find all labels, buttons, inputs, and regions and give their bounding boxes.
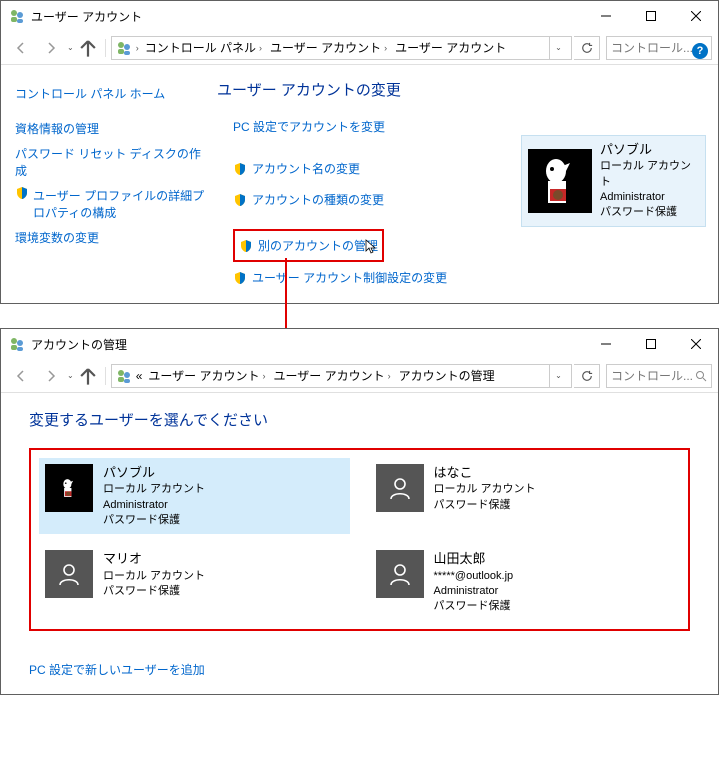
- account-role: Administrator: [600, 190, 699, 205]
- avatar: [376, 550, 424, 598]
- shield-icon: [233, 271, 247, 285]
- account-detail: Administrator: [103, 498, 205, 513]
- account-name: マリオ: [103, 550, 205, 568]
- breadcrumb[interactable]: ユーザー アカウント›: [146, 367, 267, 384]
- recent-dropdown[interactable]: ⌄: [67, 43, 74, 52]
- manage-accounts-window: アカウントの管理 ⌄ « ユーザー アカウント› ユーザー アカウント› アカウ…: [0, 328, 719, 695]
- uac-settings-link[interactable]: ユーザー アカウント制御設定の変更: [252, 265, 447, 290]
- account-tile[interactable]: 山田太郎*****@outlook.jpAdministratorパスワード保護: [370, 544, 681, 620]
- refresh-button[interactable]: [574, 364, 600, 388]
- close-button[interactable]: [673, 1, 718, 31]
- breadcrumb[interactable]: ユーザー アカウント›: [268, 39, 389, 56]
- avatar: [45, 464, 93, 512]
- user-accounts-icon: [116, 368, 132, 384]
- titlebar: アカウントの管理: [1, 329, 718, 359]
- user-accounts-icon: [9, 336, 25, 352]
- address-dropdown[interactable]: ⌄: [549, 365, 567, 387]
- user-accounts-window: ユーザー アカウント ⌄ › コントロール パネル› ユーザー アカウント› ユ…: [0, 0, 719, 304]
- page-title: ユーザー アカウントの変更: [217, 79, 704, 100]
- account-pw: パスワード保護: [600, 205, 699, 220]
- maximize-button[interactable]: [628, 329, 673, 359]
- window-title: ユーザー アカウント: [31, 8, 583, 25]
- back-button[interactable]: [7, 364, 35, 388]
- account-detail: ローカル アカウント: [434, 482, 536, 497]
- close-button[interactable]: [673, 329, 718, 359]
- search-icon: [695, 370, 707, 382]
- account-name: パソブル: [103, 464, 205, 482]
- account-detail: パスワード保護: [434, 599, 514, 614]
- account-detail: *****@outlook.jp: [434, 569, 514, 584]
- navbar: ⌄ « ユーザー アカウント› ユーザー アカウント› アカウントの管理 ⌄ コ…: [1, 359, 718, 393]
- account-tile[interactable]: はなこローカル アカウントパスワード保護: [370, 458, 681, 534]
- address-dropdown[interactable]: ⌄: [549, 37, 567, 59]
- current-account-card: パソブル ローカル アカウント Administrator パスワード保護: [521, 135, 706, 227]
- account-name: 山田太郎: [434, 550, 514, 568]
- change-type-link[interactable]: アカウントの種類の変更: [252, 187, 384, 212]
- breadcrumb[interactable]: ユーザー アカウント›: [272, 367, 393, 384]
- account-detail: パスワード保護: [434, 498, 536, 513]
- sidebar: コントロール パネル ホーム 資格情報の管理 パスワード リセット ディスクの作…: [15, 75, 211, 293]
- navbar: ⌄ › コントロール パネル› ユーザー アカウント› ユーザー アカウント ⌄…: [1, 31, 718, 65]
- shield-icon: [233, 162, 247, 176]
- search-input[interactable]: コントロール...: [606, 364, 712, 388]
- add-user-link[interactable]: PC 設定で新しいユーザーを追加: [29, 661, 690, 678]
- env-vars-link[interactable]: 環境変数の変更: [15, 225, 211, 250]
- avatar: [376, 464, 424, 512]
- avatar: [45, 550, 93, 598]
- account-name: はなこ: [434, 464, 536, 482]
- help-button[interactable]: ?: [692, 43, 708, 59]
- recent-dropdown[interactable]: ⌄: [67, 371, 74, 380]
- account-tile[interactable]: マリオローカル アカウントパスワード保護: [39, 544, 350, 620]
- account-detail: ローカル アカウント: [103, 569, 205, 584]
- breadcrumb[interactable]: ユーザー アカウント: [393, 39, 508, 56]
- shield-icon: [233, 193, 247, 207]
- up-button[interactable]: [76, 364, 100, 388]
- account-name: パソブル: [600, 141, 699, 159]
- user-accounts-icon: [116, 40, 132, 56]
- manage-other-highlighted: 別のアカウントの管理: [233, 229, 384, 262]
- manage-other-link[interactable]: 別のアカウントの管理: [258, 233, 378, 258]
- account-type: ローカル アカウント: [600, 159, 699, 190]
- profile-props-link[interactable]: ユーザー プロファイルの詳細プロパティの構成: [33, 183, 211, 225]
- minimize-button[interactable]: [583, 1, 628, 31]
- shield-icon: [15, 186, 29, 200]
- account-detail: パスワード保護: [103, 513, 205, 528]
- forward-button[interactable]: [37, 36, 65, 60]
- breadcrumb-overflow[interactable]: «: [136, 369, 143, 383]
- refresh-button[interactable]: [574, 36, 600, 60]
- titlebar: ユーザー アカウント: [1, 1, 718, 31]
- up-button[interactable]: [76, 36, 100, 60]
- cursor-icon: [363, 239, 379, 255]
- user-accounts-icon: [9, 8, 25, 24]
- address-bar[interactable]: « ユーザー アカウント› ユーザー アカウント› アカウントの管理 ⌄: [111, 364, 572, 388]
- account-tile[interactable]: パソブルローカル アカウントAdministratorパスワード保護: [39, 458, 350, 534]
- account-detail: Administrator: [434, 584, 514, 599]
- rename-account-link[interactable]: アカウント名の変更: [252, 156, 360, 181]
- cpl-home-link[interactable]: コントロール パネル ホーム: [15, 81, 211, 106]
- minimize-button[interactable]: [583, 329, 628, 359]
- forward-button[interactable]: [37, 364, 65, 388]
- breadcrumb[interactable]: アカウントの管理: [397, 367, 497, 384]
- window-title: アカウントの管理: [31, 336, 583, 353]
- breadcrumb[interactable]: コントロール パネル›: [143, 39, 264, 56]
- shield-icon: [239, 239, 253, 253]
- account-grid: パソブルローカル アカウントAdministratorパスワード保護はなこローカ…: [29, 448, 690, 631]
- address-bar[interactable]: › コントロール パネル› ユーザー アカウント› ユーザー アカウント ⌄: [111, 36, 572, 60]
- avatar: [528, 149, 592, 213]
- back-button[interactable]: [7, 36, 35, 60]
- page-title: 変更するユーザーを選んでください: [29, 409, 690, 430]
- credentials-link[interactable]: 資格情報の管理: [15, 116, 211, 141]
- account-detail: ローカル アカウント: [103, 482, 205, 497]
- maximize-button[interactable]: [628, 1, 673, 31]
- password-disk-link[interactable]: パスワード リセット ディスクの作成: [15, 141, 211, 183]
- account-detail: パスワード保護: [103, 584, 205, 599]
